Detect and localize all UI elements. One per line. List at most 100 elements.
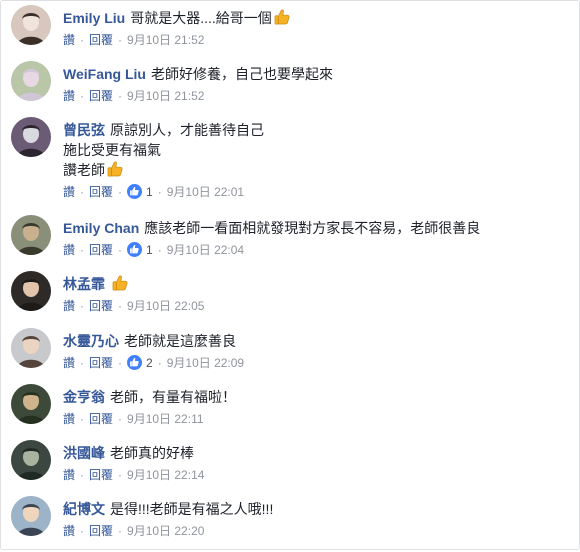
comment-author-link[interactable]: 紀博文 <box>63 501 105 517</box>
like-reaction-icon <box>127 355 143 370</box>
separator-dot: · <box>118 299 123 313</box>
comment-actions: 讚 · 回覆 · 9月10日 22:14 <box>63 467 568 483</box>
comment-line: 讚老師 <box>63 160 568 180</box>
comment-actions: 讚 · 回覆 · 1 · 9月10日 22:01 <box>63 184 568 200</box>
comment-body: 曾民弦 原諒別人，才能善待自己 施比受更有福氣 讚老師讚 · 回覆 · 1 · 9月10日 22:… <box>63 120 568 200</box>
separator-dot: · <box>118 412 123 426</box>
comment-actions: 讚 · 回覆 · 9月10日 21:52 <box>63 32 568 48</box>
reaction-count[interactable]: 2 <box>127 355 153 370</box>
comment-timestamp[interactable]: 9月10日 22:01 <box>167 185 244 199</box>
comment-author-link[interactable]: 金亨翁 <box>63 389 105 405</box>
like-reaction-icon <box>127 184 143 199</box>
comment-text: 老師，有量有福啦！ <box>110 389 236 405</box>
thumbs-up-emoji-icon <box>111 274 129 292</box>
separator-dot: · <box>80 185 85 199</box>
reply-button[interactable]: 回覆 <box>89 412 113 426</box>
reply-button[interactable]: 回覆 <box>89 185 113 199</box>
comment-line: 林孟霏 <box>63 274 568 294</box>
separator-dot: · <box>80 356 85 370</box>
comment-author-link[interactable]: 水靈乃心 <box>63 333 119 349</box>
comment-text: 老師好修養，自己也要學起來 <box>150 66 333 82</box>
comment-author-link[interactable]: 林孟霏 <box>63 276 105 292</box>
comment-author-link[interactable]: 洪國峰 <box>63 445 105 461</box>
like-button[interactable]: 讚 <box>63 33 75 47</box>
comment-body: 紀博文 是得!!!老師是有福之人哦!!! 讚 · 回覆 · 9月10日 22:20 <box>63 499 568 539</box>
thumbs-up-emoji-icon <box>273 8 291 26</box>
separator-dot: · <box>157 356 162 370</box>
comment-item: 林孟霏讚 · 回覆 · 9月10日 22:05 <box>11 271 571 327</box>
comment-item: 金亨翁 老師，有量有福啦！ 讚 · 回覆 · 9月10日 22:11 <box>11 384 571 440</box>
reply-button[interactable]: 回覆 <box>89 468 113 482</box>
separator-dot: · <box>80 243 85 257</box>
comment-timestamp[interactable]: 9月10日 22:04 <box>167 243 244 257</box>
comment-body: 洪國峰 老師真的好棒讚 · 回覆 · 9月10日 22:14 <box>63 443 568 483</box>
separator-dot: · <box>118 185 123 199</box>
like-button[interactable]: 讚 <box>63 468 75 482</box>
comment-author-link[interactable]: 曾民弦 <box>63 122 105 138</box>
avatar[interactable] <box>11 61 51 101</box>
reply-button[interactable]: 回覆 <box>89 299 113 313</box>
reply-button[interactable]: 回覆 <box>89 89 113 103</box>
like-button[interactable]: 讚 <box>63 299 75 313</box>
comment-line: 紀博文 是得!!!老師是有福之人哦!!! <box>63 499 568 519</box>
separator-dot: · <box>157 243 162 257</box>
comment-body: 林孟霏讚 · 回覆 · 9月10日 22:05 <box>63 274 568 314</box>
reaction-count-value: 1 <box>146 243 153 257</box>
separator-dot: · <box>118 524 123 538</box>
avatar[interactable] <box>11 271 51 311</box>
comment-item: 水靈乃心 老師就是這麼善良讚 · 回覆 · 2 · 9月10日 22:09 <box>11 328 571 384</box>
reaction-count[interactable]: 1 <box>127 184 153 199</box>
like-button[interactable]: 讚 <box>63 89 75 103</box>
comment-timestamp[interactable]: 9月10日 21:52 <box>127 33 204 47</box>
avatar[interactable] <box>11 496 51 536</box>
comment-timestamp[interactable]: 9月10日 22:20 <box>127 524 204 538</box>
separator-dot: · <box>118 468 123 482</box>
comment-text: 應該老師一看面相就發現對方家長不容易，老師很善良 <box>144 220 481 236</box>
comment-line: 洪國峰 老師真的好棒 <box>63 443 568 463</box>
avatar[interactable] <box>11 440 51 480</box>
separator-dot: · <box>118 89 123 103</box>
like-button[interactable]: 讚 <box>63 356 75 370</box>
avatar[interactable] <box>11 117 51 157</box>
reply-button[interactable]: 回覆 <box>89 356 113 370</box>
comment-text: 讚老師 <box>63 162 105 178</box>
comment-timestamp[interactable]: 9月10日 22:11 <box>127 412 204 426</box>
separator-dot: · <box>157 185 162 199</box>
comment-actions: 讚 · 回覆 · 9月10日 21:52 <box>63 88 568 104</box>
comment-item: 紀博文 是得!!!老師是有福之人哦!!! 讚 · 回覆 · 9月10日 22:20 <box>11 496 571 552</box>
like-button[interactable]: 讚 <box>63 185 75 199</box>
like-button[interactable]: 讚 <box>63 243 75 257</box>
separator-dot: · <box>80 33 85 47</box>
comment-author-link[interactable]: Emily Chan <box>63 220 139 236</box>
separator-dot: · <box>118 33 123 47</box>
comment-author-link[interactable]: WeiFang Liu <box>63 66 146 82</box>
separator-dot: · <box>80 412 85 426</box>
comment-timestamp[interactable]: 9月10日 22:05 <box>127 299 204 313</box>
comment-text: 老師就是這麼善良 <box>124 333 236 349</box>
comment-timestamp[interactable]: 9月10日 22:14 <box>127 468 204 482</box>
comment-item: WeiFang Liu 老師好修養，自己也要學起來讚 · 回覆 · 9月10日 21:52 <box>11 61 571 117</box>
comment-item: Emily Chan 應該老師一看面相就發現對方家長不容易，老師很善良讚 · 回覆 · 1… <box>11 215 571 271</box>
avatar[interactable] <box>11 215 51 255</box>
reaction-count[interactable]: 1 <box>127 242 153 257</box>
comment-text: 原諒別人，才能善待自己 <box>110 122 264 138</box>
avatar[interactable] <box>11 5 51 45</box>
reply-button[interactable]: 回覆 <box>89 33 113 47</box>
separator-dot: · <box>118 243 123 257</box>
comment-body: Emily Liu 哥就是大器....給哥一個讚 · 回覆 · 9月10日 21:52 <box>63 8 568 48</box>
avatar[interactable] <box>11 328 51 368</box>
comment-item: 曾民弦 原諒別人，才能善待自己 施比受更有福氣 讚老師讚 · 回覆 · 1 · 9月10日 22:… <box>11 117 571 199</box>
reply-button[interactable]: 回覆 <box>89 243 113 257</box>
comment-actions: 讚 · 回覆 · 2 · 9月10日 22:09 <box>63 355 568 371</box>
comment-author-link[interactable]: Emily Liu <box>63 10 125 26</box>
comment-body: Emily Chan 應該老師一看面相就發現對方家長不容易，老師很善良讚 · 回覆 · 1… <box>63 218 568 258</box>
comment-body: 水靈乃心 老師就是這麼善良讚 · 回覆 · 2 · 9月10日 22:09 <box>63 331 568 371</box>
reply-button[interactable]: 回覆 <box>89 524 113 538</box>
like-reaction-icon <box>127 242 143 257</box>
like-button[interactable]: 讚 <box>63 524 75 538</box>
comment-timestamp[interactable]: 9月10日 21:52 <box>127 89 204 103</box>
comment-timestamp[interactable]: 9月10日 22:09 <box>167 356 244 370</box>
like-button[interactable]: 讚 <box>63 412 75 426</box>
avatar[interactable] <box>11 384 51 424</box>
comment-item: Emily Liu 哥就是大器....給哥一個讚 · 回覆 · 9月10日 21:52 <box>11 5 571 61</box>
